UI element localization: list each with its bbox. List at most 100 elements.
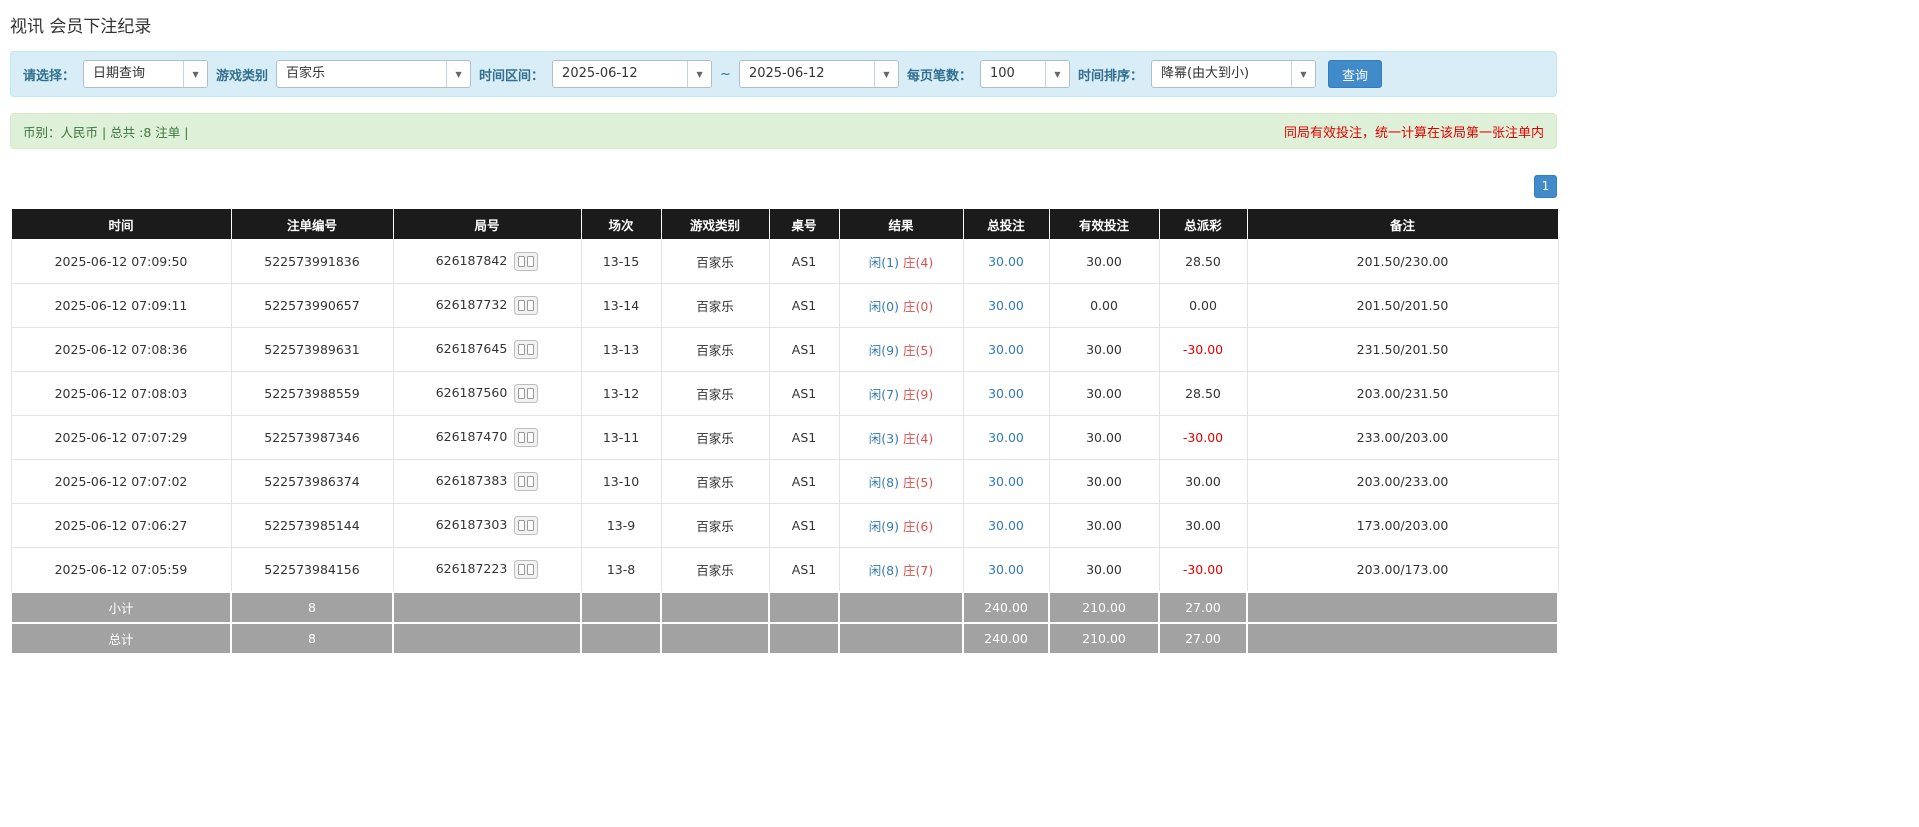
round-cards-icon[interactable] [514,384,538,403]
total-bet-link[interactable]: 30.00 [988,518,1024,533]
session-cell: 13-12 [581,372,661,416]
round-cards-icon[interactable] [514,340,538,359]
chevron-down-icon[interactable]: ▼ [446,61,470,87]
table-row: 2025-06-12 07:05:59 522573984156 6261872… [11,548,1558,592]
footer-empty-cell [1247,592,1558,623]
page-size-select[interactable]: 100 ▼ [980,60,1070,88]
payout-cell: 30.00 [1159,504,1247,548]
total-bet-link[interactable]: 30.00 [988,386,1024,401]
search-button[interactable]: 查询 [1328,60,1382,88]
result-player: 闲(1) [869,255,899,270]
round-id: 626187470 [436,429,508,444]
chevron-down-icon[interactable]: ▼ [687,61,711,87]
result-banker: 庄(4) [903,431,933,446]
summary-bar: 币别：人民币 | 总共 :8 注单 | 同局有效投注，统一计算在该局第一张注单内 [10,113,1557,149]
result-banker: 庄(4) [903,255,933,270]
time-cell: 2025-06-12 07:08:36 [11,328,231,372]
chevron-down-icon[interactable]: ▼ [1291,61,1315,87]
pagination: 1 [10,175,1557,198]
total-bet-link[interactable]: 30.00 [988,562,1024,577]
round-cell: 626187303 [393,504,581,548]
valid-bet-cell: 0.00 [1049,284,1159,328]
round-cards-icon[interactable] [514,472,538,491]
round-cards-icon[interactable] [514,516,538,535]
page-size-value: 100 [981,61,1045,87]
date-to-select[interactable]: 2025-06-12 ▼ [739,60,899,88]
table-row: 2025-06-12 07:08:36 522573989631 6261876… [11,328,1558,372]
total-bet-cell: 30.00 [963,504,1049,548]
table-row: 2025-06-12 07:06:27 522573985144 6261873… [11,504,1558,548]
payout-cell: 28.50 [1159,240,1247,284]
currency-summary: 币别：人民币 | 总共 :8 注单 | [23,122,188,141]
game-type-cell: 百家乐 [661,372,769,416]
total-bet-cell: 30.00 [963,240,1049,284]
table-no-cell: AS1 [769,548,839,592]
time-cell: 2025-06-12 07:05:59 [11,548,231,592]
round-cards-icon[interactable] [514,560,538,579]
footer-empty-cell [1247,623,1558,654]
footer-empty-cell [661,592,769,623]
valid-bet-cell: 30.00 [1049,504,1159,548]
total-bet-link[interactable]: 30.00 [988,430,1024,445]
note-cell: 173.00/203.00 [1247,504,1558,548]
time-sort-select[interactable]: 降幂(由大到小) ▼ [1151,60,1316,88]
payout-cell: 30.00 [1159,460,1247,504]
total-bet-link[interactable]: 30.00 [988,298,1024,313]
game-type-cell: 百家乐 [661,416,769,460]
chevron-down-icon[interactable]: ▼ [183,61,207,87]
game-type-cell: 百家乐 [661,548,769,592]
table-no-cell: AS1 [769,284,839,328]
round-cards-icon[interactable] [514,428,538,447]
valid-bet-cell: 30.00 [1049,372,1159,416]
header-note: 备注 [1247,209,1558,240]
time-cell: 2025-06-12 07:06:27 [11,504,231,548]
total-bet-link[interactable]: 30.00 [988,474,1024,489]
total-bet-cell: 30.00 [963,460,1049,504]
total-payout: 27.00 [1159,623,1247,654]
note-cell: 203.00/233.00 [1247,460,1558,504]
query-type-select[interactable]: 日期查询 ▼ [83,60,208,88]
round-cards-icon[interactable] [514,252,538,271]
payout-cell: -30.00 [1159,548,1247,592]
round-id: 626187842 [436,253,508,268]
result-player: 闲(8) [869,563,899,578]
page-button-1[interactable]: 1 [1534,175,1557,198]
header-game-type: 游戏类别 [661,209,769,240]
game-type-cell: 百家乐 [661,284,769,328]
total-bet-link[interactable]: 30.00 [988,254,1024,269]
game-type-cell: 百家乐 [661,240,769,284]
table-no-cell: AS1 [769,328,839,372]
payout-cell: 0.00 [1159,284,1247,328]
valid-bet-cell: 30.00 [1049,460,1159,504]
date-from-select[interactable]: 2025-06-12 ▼ [552,60,712,88]
result-player: 闲(3) [869,431,899,446]
header-bet-id: 注单编号 [231,209,393,240]
session-cell: 13-13 [581,328,661,372]
valid-bet-cell: 30.00 [1049,548,1159,592]
round-cards-icon[interactable] [514,296,538,315]
time-sort-value: 降幂(由大到小) [1152,61,1291,87]
result-banker: 庄(0) [903,299,933,314]
chevron-down-icon[interactable]: ▼ [1045,61,1069,87]
table-no-cell: AS1 [769,460,839,504]
total-bet-link[interactable]: 30.00 [988,342,1024,357]
total-bet-cell: 30.00 [963,284,1049,328]
footer-empty-cell [581,623,661,654]
session-cell: 13-9 [581,504,661,548]
subtotal-row: 小计 8 240.00 210.00 27.00 [11,592,1558,623]
page-size-label: 每页笔数： [907,65,972,84]
game-type-select[interactable]: 百家乐 ▼ [276,60,471,88]
session-cell: 13-11 [581,416,661,460]
round-id: 626187732 [436,297,508,312]
header-result: 结果 [839,209,963,240]
result-cell: 闲(9)庄(6) [839,504,963,548]
result-banker: 庄(7) [903,563,933,578]
footer-empty-cell [661,623,769,654]
chevron-down-icon[interactable]: ▼ [874,61,898,87]
total-total-bet: 240.00 [963,623,1049,654]
bet-id-cell: 522573987346 [231,416,393,460]
result-player: 闲(7) [869,387,899,402]
range-separator: ~ [720,67,731,82]
round-cell: 626187383 [393,460,581,504]
note-cell: 233.00/203.00 [1247,416,1558,460]
